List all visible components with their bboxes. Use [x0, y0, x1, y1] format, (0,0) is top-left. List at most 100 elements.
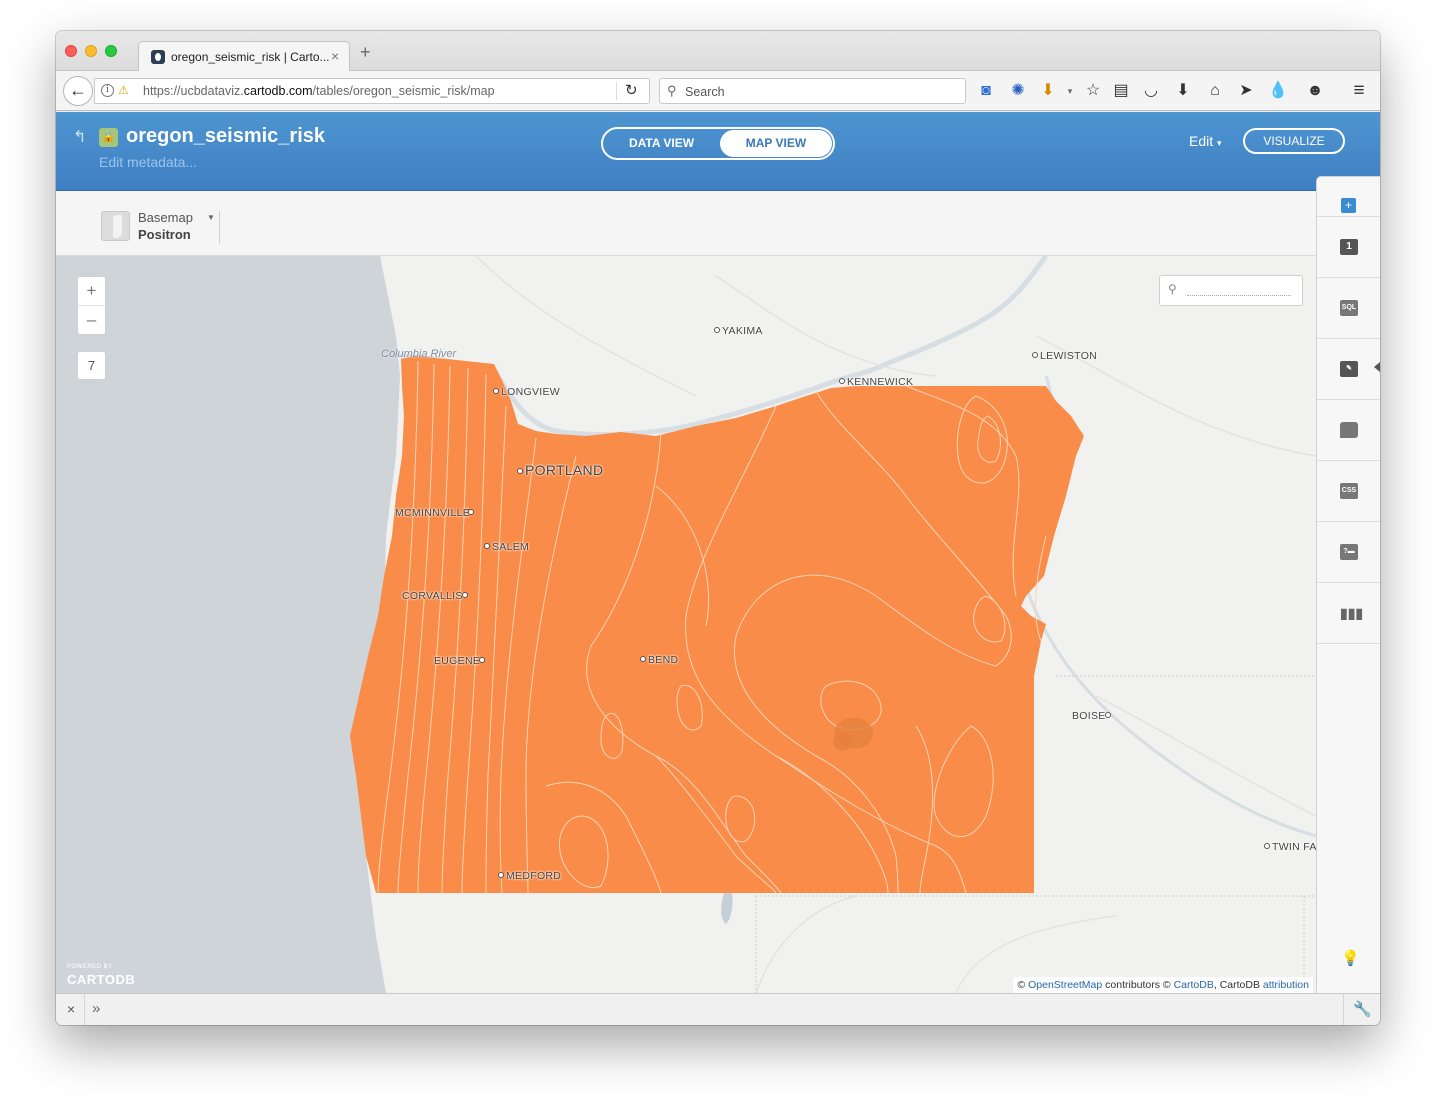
emoji-icon[interactable]: ☻: [1304, 80, 1326, 102]
download-icon[interactable]: ⬇: [1172, 80, 1194, 102]
city-label-boise: BOISE: [1072, 710, 1106, 722]
filters-bars-icon[interactable]: ▮▮▮: [1340, 605, 1363, 621]
city-label-longview: LONGVIEW: [501, 386, 560, 398]
powered-by-text: POWERED BY: [67, 964, 113, 970]
send-icon[interactable]: ➤: [1235, 80, 1257, 102]
city-dot: [714, 327, 720, 333]
lightbulb-icon[interactable]: 💡: [1341, 949, 1360, 967]
visualize-button[interactable]: VISUALIZE: [1243, 128, 1345, 154]
layer-number-icon[interactable]: 1: [1340, 239, 1358, 255]
expand-icon[interactable]: »: [92, 1000, 100, 1017]
close-icon[interactable]: ×: [67, 1001, 75, 1017]
back-button[interactable]: ←: [63, 76, 93, 106]
insecure-lock-icon[interactable]: ⚠: [118, 83, 129, 97]
city-dot: [462, 592, 468, 598]
map-canvas[interactable]: + – 7 ⚲ Columbia River YAKIMA LEWISTON K…: [56, 256, 1316, 993]
basemap-bar: Basemap Positron ▼: [56, 191, 1316, 256]
city-label-corvallis: CORVALLIS: [402, 590, 463, 602]
css-tool[interactable]: CSS: [1317, 461, 1380, 522]
basemap-value[interactable]: Positron: [138, 227, 191, 242]
table-title[interactable]: oregon_seismic_risk: [126, 125, 325, 148]
window-zoom-button[interactable]: [105, 45, 117, 57]
css-icon[interactable]: CSS: [1340, 483, 1358, 499]
browser-tab[interactable]: oregon_seismic_risk | Carto... ×: [138, 41, 350, 72]
cartodb-link[interactable]: CartoDB: [1174, 979, 1214, 991]
database-icon[interactable]: ◙: [975, 80, 997, 102]
columbia-river-label: Columbia River: [381, 348, 457, 360]
add-layer-item[interactable]: +: [1317, 177, 1380, 217]
data-view-tab[interactable]: DATA VIEW: [603, 129, 720, 158]
tab-title: oregon_seismic_risk | Carto...: [171, 50, 330, 64]
url-bar[interactable]: i ⚠ https://ucbdataviz.cartodb.com/table…: [94, 78, 650, 104]
sql-icon[interactable]: SQL: [1340, 300, 1358, 316]
city-label-salem: SALEM: [492, 541, 530, 553]
app-header: ↰ 🔒 oregon_seismic_risk Edit metadata...…: [56, 112, 1380, 191]
bottom-divider: [84, 994, 85, 1025]
reading-list-icon[interactable]: ▤: [1110, 80, 1132, 102]
city-dot: [839, 378, 845, 384]
city-label-kennewick: KENNEWICK: [847, 376, 914, 388]
tab-close-icon[interactable]: ×: [331, 48, 339, 64]
map-view-tab[interactable]: MAP VIEW: [720, 130, 832, 157]
browser-window: oregon_seismic_risk | Carto... × + ← i ⚠…: [56, 31, 1380, 1025]
basemap-divider: [219, 211, 220, 244]
infowindow-speech-icon[interactable]: [1340, 422, 1358, 438]
site-info-icon[interactable]: i: [101, 84, 114, 97]
window-minimize-button[interactable]: [85, 45, 97, 57]
extension-icon[interactable]: ✺: [1007, 80, 1029, 102]
lock-icon[interactable]: 🔒: [99, 128, 118, 147]
home-icon[interactable]: ⌂: [1204, 80, 1226, 102]
basemap-label[interactable]: Basemap: [138, 210, 193, 225]
bookmark-star-icon[interactable]: ☆: [1082, 80, 1104, 102]
wrench-icon[interactable]: 🔧: [1353, 1000, 1372, 1018]
url-text[interactable]: https://ucbdataviz.cartodb.com/tables/or…: [143, 84, 495, 98]
pocket-icon[interactable]: ◡: [1140, 80, 1162, 102]
add-layer-icon[interactable]: +: [1341, 198, 1356, 213]
browser-search-input[interactable]: ⚲ Search: [659, 78, 966, 104]
basemap-thumbnail[interactable]: [101, 211, 130, 241]
wizard-brush-icon[interactable]: ✎: [1340, 361, 1358, 377]
bottom-divider: [1343, 994, 1344, 1025]
attribution-link[interactable]: attribution: [1263, 979, 1309, 991]
city-label-mcminnville: MCMINNVILLE: [395, 507, 471, 519]
city-dot: [468, 509, 474, 515]
openstreetmap-link[interactable]: OpenStreetMap: [1028, 979, 1102, 991]
city-label-eugene: EUGENE: [434, 655, 481, 667]
right-toolbar: + 1 SQL ✎ CSS ?▬ ▮▮▮ 💡: [1316, 176, 1380, 993]
basemap-chevron-down-icon[interactable]: ▼: [207, 213, 215, 222]
city-dot: [1032, 352, 1038, 358]
active-panel-arrow-icon: [1374, 362, 1380, 372]
filters-tool[interactable]: ▮▮▮: [1317, 583, 1380, 644]
city-dot: [498, 872, 504, 878]
city-label-bend: BEND: [648, 654, 679, 666]
layer-item[interactable]: 1: [1317, 217, 1380, 278]
wizard-tool[interactable]: ✎: [1317, 339, 1380, 400]
downloader-icon[interactable]: ⬇: [1037, 80, 1059, 102]
droplet-icon[interactable]: 💧: [1267, 80, 1289, 102]
upper-klamath-lake: [721, 893, 733, 924]
back-arrow-icon[interactable]: ↰: [73, 127, 86, 147]
city-label-medford: MEDFORD: [506, 870, 562, 882]
city-label-portland: PORTLAND: [525, 462, 604, 478]
city-dot: [484, 543, 490, 549]
sql-tool[interactable]: SQL: [1317, 278, 1380, 339]
edit-metadata-link[interactable]: Edit metadata...: [99, 154, 197, 170]
legend-icon[interactable]: ?▬: [1340, 544, 1358, 560]
zoom-out-button[interactable]: –: [78, 306, 105, 335]
search-placeholder: Search: [685, 85, 725, 99]
window-close-button[interactable]: [65, 45, 77, 57]
map-search-input[interactable]: ⚲: [1159, 275, 1303, 306]
infowindow-tool[interactable]: [1317, 400, 1380, 461]
edit-dropdown[interactable]: Edit ▾: [1189, 133, 1222, 149]
legend-tool[interactable]: ?▬: [1317, 522, 1380, 583]
dropdown-arrow-icon[interactable]: ▾: [1059, 80, 1081, 102]
zoom-level-indicator: 7: [77, 351, 106, 380]
zoom-in-button[interactable]: +: [78, 277, 105, 306]
zoom-control: + –: [77, 276, 106, 335]
tab-strip: oregon_seismic_risk | Carto... × +: [56, 31, 1380, 72]
city-dot: [517, 468, 523, 474]
reload-icon[interactable]: ↻: [625, 81, 638, 99]
hamburger-menu-icon[interactable]: ≡: [1348, 80, 1370, 102]
new-tab-button[interactable]: +: [360, 43, 371, 61]
city-label-twin-falls: TWIN FA: [1272, 841, 1316, 853]
